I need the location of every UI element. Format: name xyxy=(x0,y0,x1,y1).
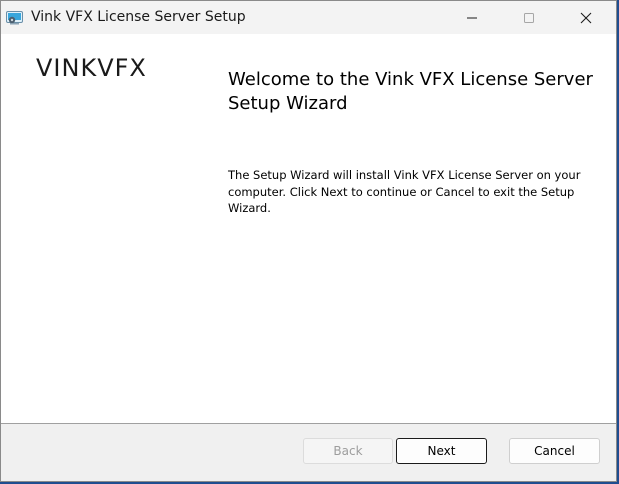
title-bar[interactable]: Vink VFX License Server Setup xyxy=(1,1,616,34)
close-button[interactable] xyxy=(563,1,609,34)
next-button[interactable]: Next xyxy=(396,438,487,464)
installer-icon xyxy=(6,10,23,25)
window-title: Vink VFX License Server Setup xyxy=(31,9,246,25)
wizard-content: VINKVFX Welcome to the Vink VFX License … xyxy=(1,34,616,423)
minimize-button[interactable] xyxy=(449,1,495,34)
wizard-description: The Setup Wizard will install Vink VFX L… xyxy=(228,168,581,215)
maximize-button[interactable] xyxy=(506,1,552,34)
brand-logo: VINKVFX xyxy=(36,54,147,82)
minimize-icon xyxy=(467,17,477,19)
maximize-icon xyxy=(524,13,534,23)
wizard-heading: Welcome to the Vink VFX License Server S… xyxy=(228,69,593,114)
setup-window: Vink VFX License Server Setup VINKVFX We… xyxy=(0,0,617,482)
cancel-button[interactable]: Cancel xyxy=(509,438,600,464)
back-button[interactable]: Back xyxy=(303,438,393,464)
close-icon xyxy=(580,12,592,24)
wizard-footer: Back Next Cancel xyxy=(1,424,616,481)
